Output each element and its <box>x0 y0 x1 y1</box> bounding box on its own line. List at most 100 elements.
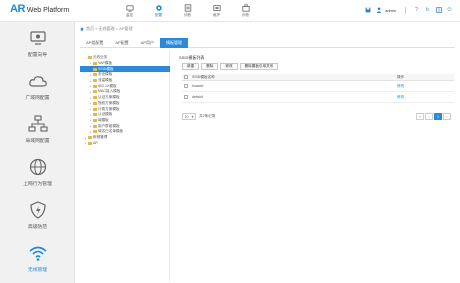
tree-toggle-icon[interactable]: + <box>89 90 92 94</box>
sidebar-item-label: 上网行为管理 <box>23 182 52 187</box>
tree-node[interactable]: + 域名白名单模板 <box>80 129 124 135</box>
top-right-tools: admin ? ↻ ⏻ <box>361 6 454 14</box>
tree-toggle-icon[interactable]: + <box>84 141 87 145</box>
app-logo: AR Web Platform <box>10 3 69 17</box>
folder-icon <box>93 73 97 77</box>
table-header: SSID模板名称 操作 <box>182 74 454 81</box>
save-icon[interactable] <box>363 6 372 14</box>
monitor-icon <box>125 4 134 12</box>
row-checkbox[interactable] <box>184 95 188 99</box>
topnav-item[interactable]: 监控 <box>115 1 144 21</box>
row-edit-link[interactable]: 修改 <box>397 95 447 100</box>
tree-node[interactable]: + SSID模板 <box>80 66 170 72</box>
tree-node-label: 域名白名单模板 <box>98 129 124 134</box>
username[interactable]: admin <box>385 8 396 13</box>
topnav-item[interactable]: 配置 <box>144 1 173 21</box>
topnav-label: 诊断 <box>241 13 250 17</box>
tree-toggle-icon[interactable]: + <box>89 113 92 117</box>
folder-icon <box>88 136 92 140</box>
tree-toggle-icon[interactable]: + <box>89 67 92 71</box>
sidebar-item[interactable]: 局域网配置 <box>0 108 75 150</box>
new-button[interactable]: 新建 <box>182 63 200 70</box>
folder-icon <box>93 107 97 111</box>
topnav-item[interactable]: 维护 <box>202 1 231 21</box>
delete-button[interactable]: 删除 <box>201 63 219 70</box>
tree-toggle-icon[interactable]: − <box>84 56 87 60</box>
folder-icon <box>93 124 97 128</box>
tree-node-label: 流量模板 <box>98 78 113 83</box>
tree-node[interactable]: + 射频管理 <box>80 135 108 141</box>
chevron-down-icon: ▾ <box>191 114 194 119</box>
ssid-table: SSID模板名称 操作 huawei 修改 default 修改 <box>182 74 454 103</box>
layout-icon[interactable] <box>434 6 443 14</box>
tree-node-label: 安全模板 <box>98 72 113 77</box>
sidebar-item[interactable]: 配置向导 <box>0 22 75 64</box>
tab-bar: AP组配置 AP配置 AP用户 模板管理 <box>80 38 455 48</box>
tree-toggle-icon[interactable]: + <box>89 79 92 83</box>
folder-icon <box>93 118 97 122</box>
tab[interactable]: AP配置 <box>109 38 134 48</box>
sidebar-item[interactable]: 广域网配置 <box>0 65 75 107</box>
sidebar-item-label: 高级防范 <box>27 225 48 230</box>
tree-toggle-icon[interactable]: + <box>89 101 92 105</box>
tree-toggle-icon[interactable]: + <box>89 73 92 77</box>
tree-node[interactable]: + 安全模板 <box>80 72 113 78</box>
row-name: huawei <box>192 84 204 88</box>
tree-node[interactable]: + AP <box>80 141 98 147</box>
modify-button[interactable]: 修改 <box>220 63 238 70</box>
sidebar-item[interactable]: 上网行为管理 <box>0 151 75 193</box>
first-page-button[interactable]: « <box>416 113 424 120</box>
sidebar: 配置向导广域网配置局域网配置上网行为管理 高级防范无线管理 <box>0 22 75 283</box>
tree-node[interactable]: + 认证模板 <box>80 112 113 118</box>
tree-node[interactable]: + 认证方案模板 <box>80 95 120 101</box>
user-icon[interactable] <box>374 6 383 14</box>
sidebar-item-label: 广域网配置 <box>25 96 50 101</box>
refresh-icon[interactable]: ↻ <box>423 6 432 14</box>
select-all-checkbox[interactable] <box>184 75 188 79</box>
tree-node[interactable]: + 域模板 <box>80 118 109 124</box>
folder-icon <box>93 113 97 117</box>
topnav-item[interactable]: 诊断 <box>231 1 260 21</box>
pagination-info: 10 ▾ 共2条记录 <box>182 113 215 120</box>
delete-reference-button[interactable]: 删除模板引用关系 <box>239 63 279 70</box>
template-tree: − 无线业务 + VAP模板 + SSID模板 + 安全模板 + 流量模板 +802.1X模板 + MA… <box>80 50 170 282</box>
tree-toggle-icon[interactable]: + <box>89 84 92 88</box>
page-number-button[interactable]: 1 <box>434 113 442 120</box>
tree-node[interactable]: + MAC接入模板 <box>80 89 121 95</box>
tree-toggle-icon[interactable]: + <box>89 107 92 111</box>
tree-node-label: MAC接入模板 <box>98 89 121 94</box>
sidebar-item[interactable]: 高级防范 <box>0 194 75 236</box>
tree-node-label: SSID模板 <box>98 66 114 71</box>
tree-toggle-icon[interactable]: + <box>89 130 92 134</box>
pagination-nav: « ‹ 1 › <box>415 113 451 120</box>
tree-node[interactable]: + 计费方案模板 <box>80 106 120 112</box>
sidebar-item[interactable]: 无线管理 <box>0 237 75 279</box>
tree-toggle-icon[interactable]: + <box>89 96 92 100</box>
tree-node-label: 射频管理 <box>93 135 108 140</box>
row-edit-link[interactable]: 修改 <box>397 84 447 89</box>
page-size-select[interactable]: 10 ▾ <box>182 113 196 120</box>
tree-toggle-icon[interactable]: + <box>89 124 92 128</box>
home-icon[interactable] <box>80 27 84 31</box>
tab[interactable]: AP用户 <box>135 38 160 48</box>
globe-icon <box>27 157 49 177</box>
logout-icon[interactable]: ⏻ <box>445 6 454 14</box>
tree-toggle-icon[interactable]: + <box>89 118 92 122</box>
tree-node[interactable]: + 流量模板 <box>80 78 113 84</box>
tree-toggle-icon[interactable]: + <box>89 61 92 65</box>
tab[interactable]: AP组配置 <box>80 38 109 48</box>
tree-node[interactable]: + VAP模板 <box>80 61 113 67</box>
tree-node[interactable]: − 无线业务 <box>80 55 108 61</box>
next-page-button[interactable]: › <box>443 113 451 120</box>
row-checkbox[interactable] <box>184 84 188 88</box>
topnav-item[interactable]: 诊断 <box>173 1 202 21</box>
column-header-name[interactable]: SSID模板名称 <box>192 75 397 80</box>
breadcrumb-text[interactable]: 首页 > 无线管理 > AP管理 <box>86 26 132 32</box>
panel-title: SSID模板列表 <box>179 55 205 60</box>
tree-node-label: 用户群组模板 <box>98 123 120 128</box>
tree-toggle-icon[interactable]: + <box>84 136 87 140</box>
tree-node[interactable]: + 授权方案模板 <box>80 101 120 107</box>
prev-page-button[interactable]: ‹ <box>425 113 433 120</box>
help-icon[interactable]: ? <box>412 6 421 14</box>
tab[interactable]: 模板管理 <box>160 38 189 48</box>
